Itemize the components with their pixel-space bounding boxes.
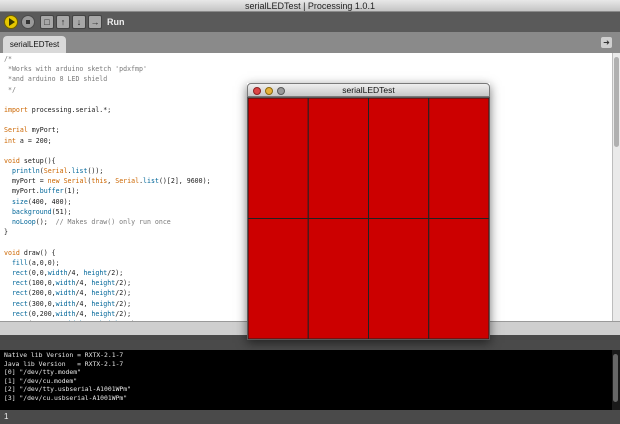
led-rect xyxy=(307,218,369,339)
code-line[interactable]: noLoop(); // Makes draw() only run once xyxy=(4,217,211,227)
toolbar-status-label: Run xyxy=(107,17,125,27)
led-rect xyxy=(428,98,489,219)
new-icon[interactable]: □ xyxy=(40,15,54,29)
led-rect xyxy=(248,218,309,339)
console: Native lib Version = RXTX-2.1-7 Java lib … xyxy=(0,350,612,410)
code-line[interactable]: *and arduino 8 LED shield xyxy=(4,74,211,84)
console-scroll-thumb[interactable] xyxy=(613,354,618,402)
code-line[interactable]: /* xyxy=(4,54,211,64)
sketch-title-bar[interactable]: serialLEDTest xyxy=(247,83,490,97)
code-line[interactable]: fill(a,0,0); xyxy=(4,258,211,268)
console-line: Java lib Version = RXTX-2.1-7 xyxy=(4,359,124,368)
code-line[interactable]: */ xyxy=(4,85,211,95)
console-line: [3] "/dev/cu.usbserial-A1001WPm" xyxy=(4,393,128,402)
save-icon[interactable]: ↓ xyxy=(72,15,86,29)
window-title-bar: serialLEDTest | Processing 1.0.1 xyxy=(0,0,620,12)
run-icon[interactable] xyxy=(4,15,18,29)
sketch-title: serialLEDTest xyxy=(342,85,395,95)
code-line[interactable]: size(400, 400); xyxy=(4,197,211,207)
editor-scroll-thumb[interactable] xyxy=(614,57,619,147)
console-line: [1] "/dev/cu.modem" xyxy=(4,376,78,385)
tab-bar: serialLEDTest ➜ xyxy=(0,32,620,53)
code-line[interactable]: Serial myPort; xyxy=(4,125,211,135)
tab-sketch[interactable]: serialLEDTest xyxy=(3,36,66,53)
code-line[interactable]: myPort = new Serial(this, Serial.list()[… xyxy=(4,176,211,186)
tab-menu-arrow-icon[interactable]: ➜ xyxy=(601,37,612,48)
code-line[interactable]: import processing.serial.*; xyxy=(4,105,211,115)
led-rect xyxy=(368,218,430,339)
code-text[interactable]: /* *Works with arduino sketch 'pdxfmp' *… xyxy=(4,54,211,321)
code-line[interactable]: rect(100,0,width/4, height/2); xyxy=(4,278,211,288)
led-rect xyxy=(368,98,430,219)
stop-icon[interactable] xyxy=(21,15,35,29)
code-line[interactable]: rect(0,200,width/4, height/2); xyxy=(4,309,211,319)
code-line[interactable]: myPort.buffer(1); xyxy=(4,186,211,196)
sketch-canvas[interactable] xyxy=(247,97,490,340)
sketch-window[interactable]: serialLEDTest xyxy=(247,83,490,340)
open-icon[interactable]: ↑ xyxy=(56,15,70,29)
led-rect xyxy=(307,98,369,219)
code-line[interactable] xyxy=(4,146,211,156)
code-line[interactable]: void draw() { xyxy=(4,248,211,258)
code-line[interactable]: int a = 200; xyxy=(4,136,211,146)
window-title: serialLEDTest | Processing 1.0.1 xyxy=(245,1,375,11)
toolbar: □ ↑ ↓ → Run xyxy=(0,12,620,32)
code-line[interactable] xyxy=(4,95,211,105)
code-line[interactable]: rect(300,0,width/4, height/2); xyxy=(4,299,211,309)
code-line[interactable]: *Works with arduino sketch 'pdxfmp' xyxy=(4,64,211,74)
led-rect xyxy=(428,218,489,339)
console-line: [0] "/dev/tty.modem" xyxy=(4,368,81,376)
code-line[interactable]: rect(0,0,width/4, height/2); xyxy=(4,268,211,278)
code-line[interactable] xyxy=(4,237,211,247)
sketch-graphics xyxy=(248,98,489,339)
console-output: Native lib Version = RXTX-2.1-7 Java lib … xyxy=(4,351,131,402)
console-scrollbar[interactable] xyxy=(612,350,620,410)
led-rect xyxy=(248,98,309,219)
console-line: Native lib Version = RXTX-2.1-7 xyxy=(4,351,124,359)
code-line[interactable]: rect(200,0,width/4, height/2); xyxy=(4,288,211,298)
code-line[interactable]: println(Serial.list()); xyxy=(4,166,211,176)
editor-scrollbar[interactable] xyxy=(612,53,620,321)
code-line[interactable]: } xyxy=(4,227,211,237)
code-line[interactable]: void setup(){ xyxy=(4,156,211,166)
line-number-bar: 1 xyxy=(0,410,620,424)
line-number: 1 xyxy=(4,412,9,421)
code-line[interactable] xyxy=(4,115,211,125)
code-line[interactable]: background(51); xyxy=(4,207,211,217)
export-icon[interactable]: → xyxy=(88,15,102,29)
console-line: [2] "/dev/tty.usbserial-A1001WPm" xyxy=(4,385,131,393)
